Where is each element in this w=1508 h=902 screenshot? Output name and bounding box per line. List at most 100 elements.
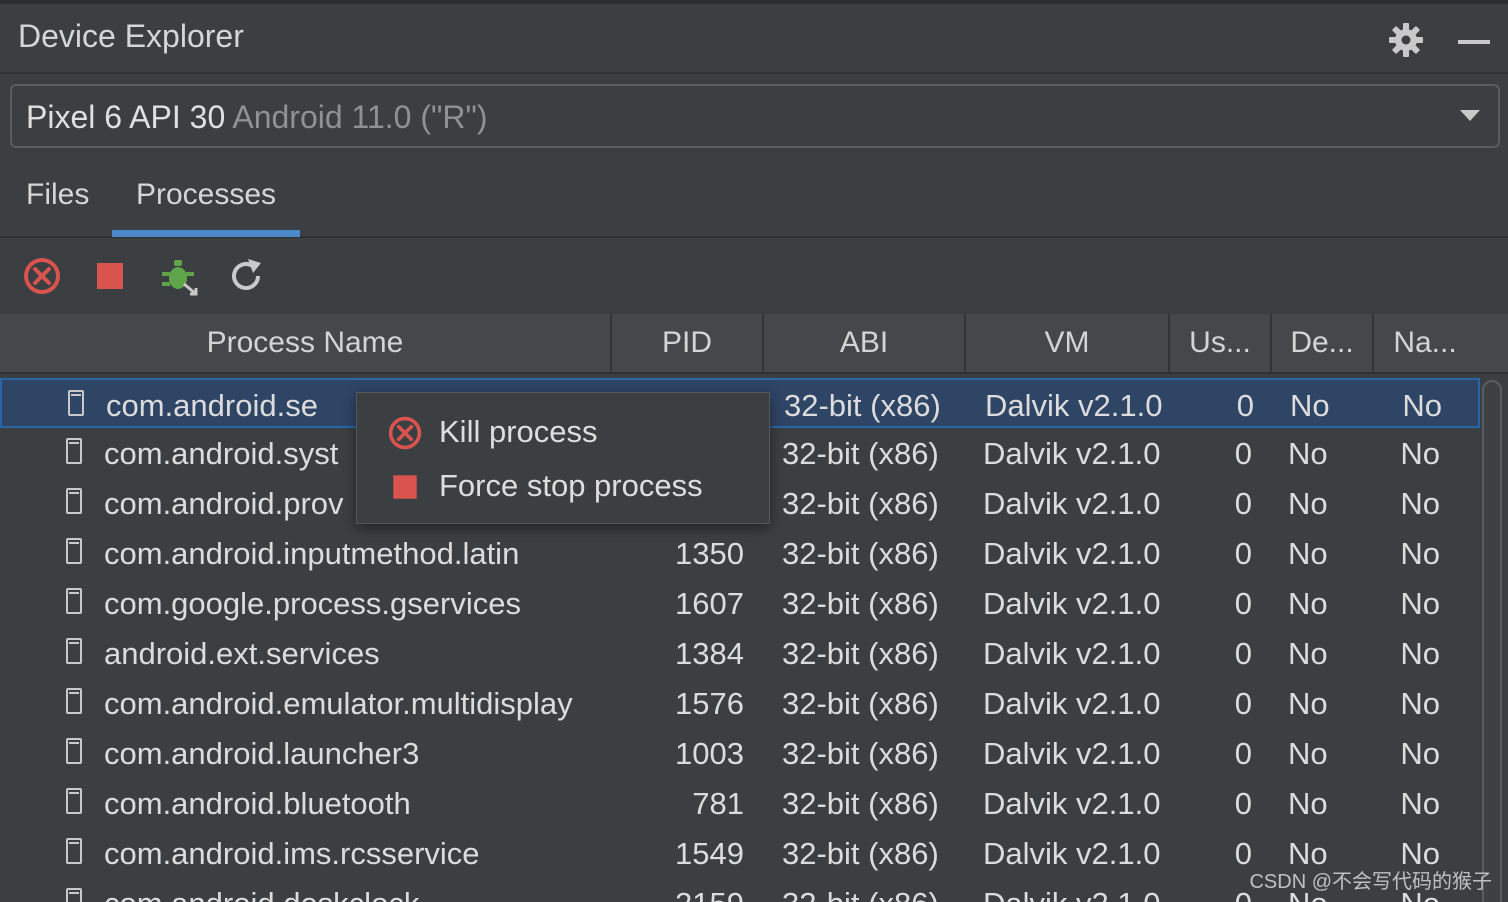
process-name: com.android.emulator.multidisplay	[104, 686, 573, 721]
process-pid: 2159	[612, 878, 744, 902]
process-native: No	[1400, 586, 1440, 621]
active-tab-indicator	[112, 230, 300, 237]
process-vm: Dalvik v2.1.0	[983, 878, 1169, 902]
process-debugger: No	[1288, 486, 1328, 521]
process-debugger: No	[1288, 536, 1328, 571]
process-abi: 32-bit (x86)	[782, 586, 939, 621]
process-native: No	[1400, 786, 1440, 821]
process-user: 0	[1234, 836, 1252, 871]
column-header-user[interactable]: Us...	[1170, 314, 1272, 372]
process-debugger: No	[1288, 736, 1328, 771]
attach-debugger-icon[interactable]	[160, 256, 200, 296]
process-user: 0	[1234, 536, 1252, 571]
menu-item-label: Kill process	[439, 414, 598, 449]
process-abi: 32-bit (x86)	[782, 736, 939, 771]
table-row[interactable]: com.android.inputmethod.latin 1350 32-bi…	[0, 528, 1480, 578]
process-debugger: No	[1288, 786, 1328, 821]
kill-process-icon	[387, 415, 423, 451]
process-vm: Dalvik v2.1.0	[983, 736, 1161, 771]
process-abi: 32-bit (x86)	[784, 388, 941, 423]
process-pid: 1576	[675, 686, 744, 721]
phone-icon	[66, 828, 88, 878]
device-selector-label: Pixel 6 API 30 Android 11.0 ("R")	[26, 99, 487, 136]
process-user: 0	[1234, 636, 1252, 671]
force-stop-icon[interactable]	[90, 256, 130, 296]
process-debugger: No	[1288, 686, 1328, 721]
menu-item-force-stop-process[interactable]: Force stop process	[357, 459, 769, 513]
context-menu: Kill process Force stop process	[356, 392, 770, 524]
tab-processes[interactable]: Processes	[136, 178, 276, 212]
minimize-icon[interactable]	[1454, 20, 1494, 60]
process-user: 0	[1234, 436, 1252, 471]
gear-icon[interactable]	[1386, 20, 1426, 60]
panel-title: Device Explorer	[18, 18, 244, 54]
phone-icon	[66, 678, 88, 728]
process-vm: Dalvik v2.1.0	[983, 486, 1161, 521]
process-abi: 32-bit (x86)	[782, 836, 939, 871]
device-selector-dropdown[interactable]: Pixel 6 API 30 Android 11.0 ("R")	[10, 84, 1500, 148]
process-vm: Dalvik v2.1.0	[985, 388, 1163, 423]
process-name: com.android.inputmethod.latin	[104, 536, 520, 571]
column-header-native[interactable]: Na...	[1374, 314, 1476, 372]
process-user: 0	[1234, 786, 1252, 821]
phone-icon	[66, 878, 88, 902]
tab-files[interactable]: Files	[26, 178, 89, 212]
kill-process-icon[interactable]	[22, 256, 62, 296]
process-abi: 32-bit (x86)	[782, 878, 962, 902]
phone-icon	[68, 380, 90, 430]
watermark: CSDN @不会写代码的猴子	[1249, 871, 1492, 893]
table-row[interactable]: android.ext.services 1384 32-bit (x86) D…	[0, 628, 1480, 678]
process-user: 0	[1234, 736, 1252, 771]
phone-icon	[66, 628, 88, 678]
phone-icon	[66, 428, 88, 478]
process-native: No	[1400, 436, 1440, 471]
process-native: No	[1400, 636, 1440, 671]
force-stop-icon	[387, 469, 423, 505]
column-header-process-name[interactable]: Process Name	[0, 314, 612, 372]
process-toolbar	[0, 238, 1508, 314]
process-user: 0	[1234, 686, 1252, 721]
table-row[interactable]: com.android.launcher3 1003 32-bit (x86) …	[0, 728, 1480, 778]
process-abi: 32-bit (x86)	[782, 636, 939, 671]
process-user: 0	[1234, 586, 1252, 621]
process-pid: 1384	[675, 636, 744, 671]
menu-item-kill-process[interactable]: Kill process	[357, 405, 769, 459]
process-native: No	[1400, 486, 1440, 521]
table-row[interactable]: com.android.emulator.multidisplay 1576 3…	[0, 678, 1480, 728]
phone-icon	[66, 728, 88, 778]
tab-bar: Files Processes	[0, 154, 1508, 238]
process-native: No	[1400, 536, 1440, 571]
process-abi: 32-bit (x86)	[782, 786, 939, 821]
column-header-pid[interactable]: PID	[612, 314, 764, 372]
panel-header: Device Explorer	[0, 4, 1508, 74]
column-header-abi[interactable]: ABI	[764, 314, 966, 372]
table-row[interactable]: com.google.process.gservices 1607 32-bit…	[0, 578, 1480, 628]
process-name: android.ext.services	[104, 636, 380, 671]
process-debugger: No	[1288, 636, 1328, 671]
process-name: com.android.ims.rcsservice	[104, 836, 480, 871]
table-row[interactable]: com.android.bluetooth 781 32-bit (x86) D…	[0, 778, 1480, 828]
process-debugger: No	[1288, 586, 1328, 621]
process-debugger: No	[1290, 388, 1330, 423]
phone-icon	[66, 578, 88, 628]
process-vm: Dalvik v2.1.0	[983, 786, 1161, 821]
vertical-scrollbar[interactable]	[1482, 380, 1502, 902]
process-name: com.google.process.gservices	[104, 586, 521, 621]
phone-icon	[66, 778, 88, 828]
process-pid: 1607	[675, 586, 744, 621]
chevron-down-icon	[1458, 108, 1482, 124]
process-abi: 32-bit (x86)	[782, 436, 939, 471]
column-header-debugger[interactable]: De...	[1272, 314, 1374, 372]
device-explorer-panel: Device Explorer Pixel 6 API 30 Android 1…	[0, 0, 1508, 902]
process-pid: 781	[692, 786, 744, 821]
process-abi: 32-bit (x86)	[782, 686, 939, 721]
column-header-vm[interactable]: VM	[966, 314, 1170, 372]
table-header: Process Name PID ABI VM Us... De... Na..…	[0, 314, 1508, 374]
process-vm: Dalvik v2.1.0	[983, 536, 1161, 571]
process-debugger: No	[1288, 436, 1328, 471]
process-abi: 32-bit (x86)	[782, 536, 939, 571]
process-native: No	[1400, 686, 1440, 721]
process-name: com.android.launcher3	[104, 736, 420, 771]
refresh-icon[interactable]	[226, 256, 266, 296]
process-vm: Dalvik v2.1.0	[983, 436, 1161, 471]
